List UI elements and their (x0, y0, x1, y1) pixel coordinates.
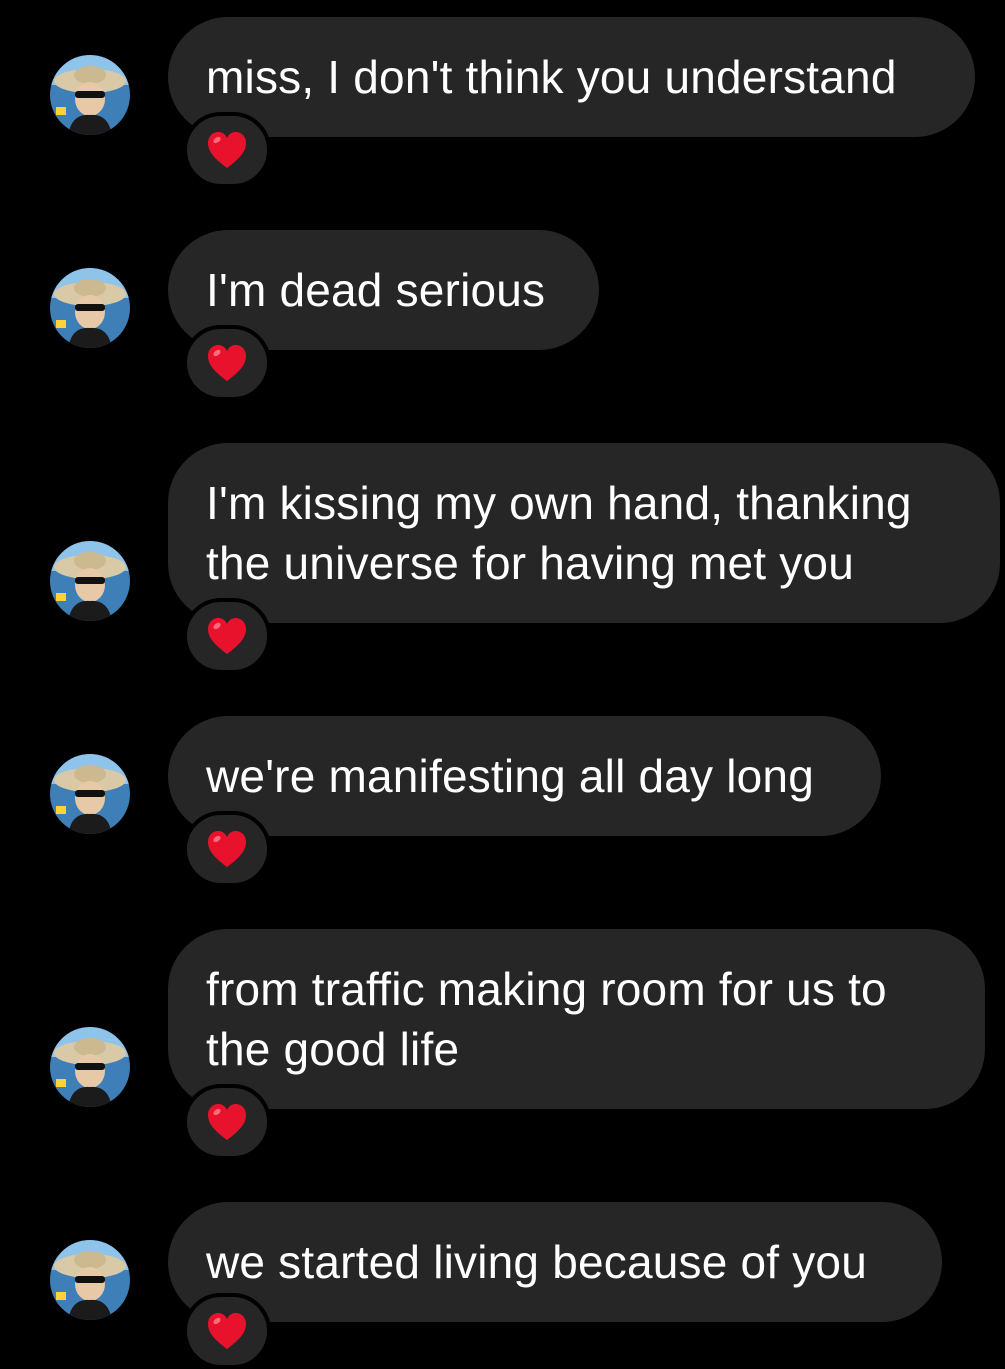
message-text: I'm kissing my own hand, thanking the un… (206, 477, 912, 589)
message-bubble[interactable]: we started living because of you (168, 1202, 942, 1322)
message-bubble[interactable]: we're manifesting all day long (168, 716, 881, 836)
avatar[interactable] (50, 754, 130, 834)
reaction-badge[interactable] (183, 1293, 271, 1369)
message-bubble[interactable]: from traffic making room for us to the g… (168, 929, 985, 1109)
avatar[interactable] (50, 268, 130, 348)
red-heart-icon (208, 1313, 246, 1349)
message-text: from traffic making room for us to the g… (206, 963, 887, 1075)
message-text: we started living because of you (206, 1236, 868, 1288)
avatar-image (50, 55, 130, 135)
red-heart-icon (208, 618, 246, 654)
red-heart-icon (208, 1104, 246, 1140)
avatar[interactable] (50, 55, 130, 135)
message-text: we're manifesting all day long (206, 750, 814, 802)
avatar[interactable] (50, 1240, 130, 1320)
message-text: miss, I don't think you understand (206, 51, 897, 103)
avatar[interactable] (50, 1027, 130, 1107)
red-heart-icon (208, 132, 246, 168)
reaction-badge[interactable] (183, 325, 271, 401)
avatar-image (50, 268, 130, 348)
avatar[interactable] (50, 541, 130, 621)
message-text: I'm dead serious (206, 264, 546, 316)
avatar-image (50, 1027, 130, 1107)
message-thread: miss, I don't think you understand I'm d… (0, 0, 1005, 1369)
red-heart-icon (208, 831, 246, 867)
reaction-badge[interactable] (183, 811, 271, 887)
avatar-image (50, 541, 130, 621)
reaction-badge[interactable] (183, 1084, 271, 1160)
reaction-badge[interactable] (183, 598, 271, 674)
message-bubble[interactable]: miss, I don't think you understand (168, 17, 975, 137)
message-bubble[interactable]: I'm kissing my own hand, thanking the un… (168, 443, 1000, 623)
avatar-image (50, 1240, 130, 1320)
avatar-image (50, 754, 130, 834)
red-heart-icon (208, 345, 246, 381)
reaction-badge[interactable] (183, 112, 271, 188)
